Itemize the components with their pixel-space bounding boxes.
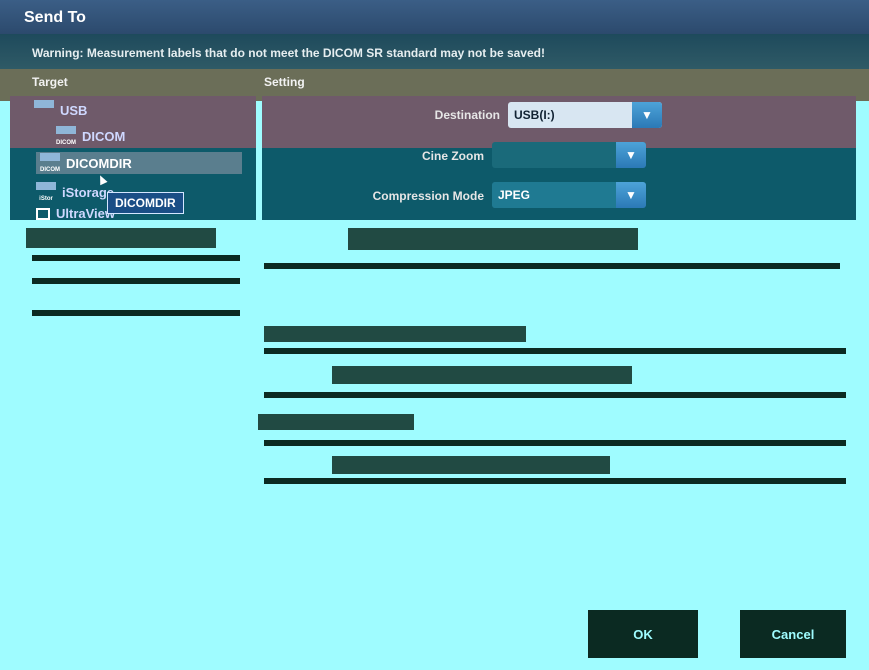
corrupted-line xyxy=(264,348,846,354)
destination-value: USB(I:) xyxy=(514,108,555,122)
chevron-down-icon[interactable]: ▼ xyxy=(632,102,662,128)
corrupted-block xyxy=(348,228,638,250)
target-item-dicomdir[interactable]: DICOM DICOMDIR xyxy=(36,152,242,174)
istorage-icon: iStor xyxy=(36,182,56,202)
usb-icon xyxy=(34,100,54,120)
target-item-label: DICOM xyxy=(82,128,126,144)
target-item-ultraview[interactable]: UltraView xyxy=(36,206,115,221)
compression-mode-value: JPEG xyxy=(492,182,616,208)
corrupted-block xyxy=(332,456,610,474)
chevron-down-icon[interactable]: ▼ xyxy=(616,182,646,208)
monitor-icon xyxy=(36,207,50,220)
destination-label: Destination xyxy=(434,108,500,122)
tooltip: DICOMDIR xyxy=(107,192,184,214)
chevron-down-icon[interactable]: ▼ xyxy=(616,142,646,168)
dicom-icon: DICOM xyxy=(56,126,76,146)
target-column-header: Target xyxy=(32,75,68,89)
corrupted-line xyxy=(264,478,846,484)
target-item-istorage[interactable]: iStor iStorage xyxy=(36,182,114,202)
target-item-dicom[interactable]: DICOM DICOM xyxy=(56,126,125,146)
compression-mode-select[interactable]: JPEG ▼ xyxy=(492,182,646,208)
corrupted-line xyxy=(264,392,846,398)
corrupted-block xyxy=(332,366,632,384)
corrupted-line xyxy=(264,440,846,446)
corrupted-block xyxy=(264,326,526,342)
corrupted-block xyxy=(258,414,414,430)
ok-button[interactable]: OK xyxy=(588,610,698,658)
destination-select[interactable]: USB(I:) ▼ xyxy=(508,102,662,128)
target-item-usb[interactable]: USB xyxy=(34,100,87,120)
setting-column-header: Setting xyxy=(264,75,305,89)
corrupted-block xyxy=(26,228,216,248)
corrupted-line xyxy=(32,278,240,284)
dicomdir-icon: DICOM xyxy=(40,153,60,173)
cine-zoom-select[interactable]: ▼ xyxy=(492,142,646,168)
compression-mode-label: Compression Mode xyxy=(372,189,484,203)
warning-message: Warning: Measurement labels that do not … xyxy=(0,34,869,69)
corrupted-line xyxy=(32,310,240,316)
cine-zoom-label: Cine Zoom xyxy=(422,149,484,163)
corrupted-line xyxy=(264,263,840,269)
corrupted-line xyxy=(32,255,240,261)
window-title: Send To xyxy=(0,0,869,34)
cine-zoom-value xyxy=(492,142,616,168)
target-item-label: DICOMDIR xyxy=(66,155,132,171)
target-item-label: USB xyxy=(60,102,88,118)
cancel-button[interactable]: Cancel xyxy=(740,610,846,658)
